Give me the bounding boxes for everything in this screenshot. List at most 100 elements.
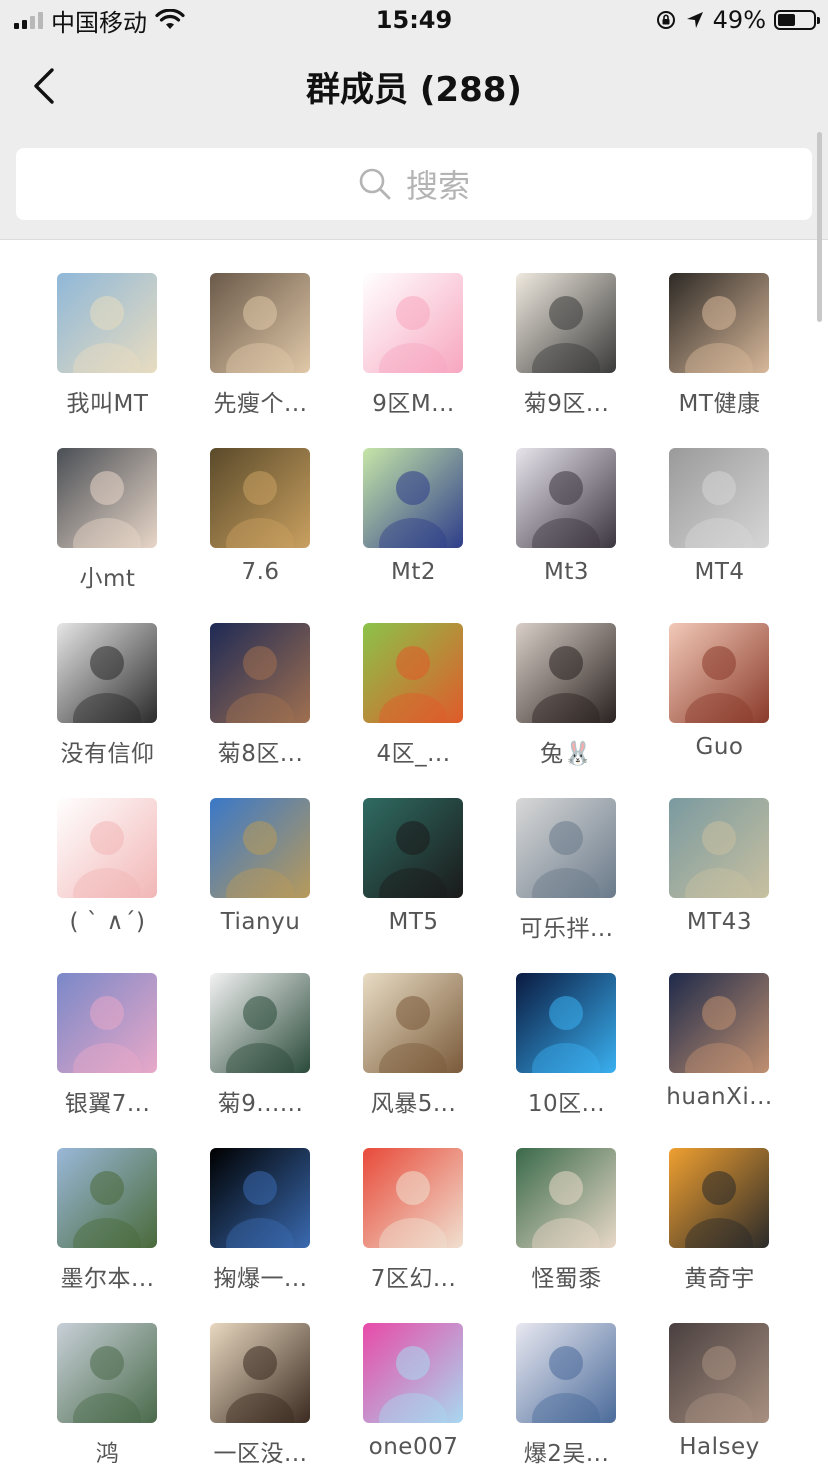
search-area: 搜索 [0, 130, 828, 240]
member-item[interactable]: 黄奇宇 [643, 1115, 796, 1292]
avatar[interactable] [669, 1323, 769, 1423]
navigation-bar: 群成员 (288) [0, 40, 828, 130]
status-bar: 中国移动 15:49 49% [0, 0, 828, 40]
member-item[interactable]: 一区没... [184, 1290, 337, 1467]
member-item[interactable]: 鸿 [31, 1290, 184, 1467]
member-item[interactable]: 10区... [490, 940, 643, 1117]
member-name: 可乐拌... [519, 916, 614, 942]
avatar[interactable] [210, 623, 310, 723]
member-item[interactable]: 兔🐰 [490, 590, 643, 767]
member-item[interactable]: 菊9区... [490, 240, 643, 417]
avatar[interactable] [57, 1323, 157, 1423]
page-title: 群成员 (288) [306, 70, 522, 110]
member-name: MT43 [686, 909, 753, 935]
member-item[interactable]: MT5 [337, 765, 490, 940]
member-item[interactable]: Mt2 [337, 415, 490, 590]
avatar[interactable] [669, 448, 769, 548]
avatar[interactable] [516, 273, 616, 373]
member-item[interactable]: huanXi... [643, 940, 796, 1115]
member-item[interactable]: 4区_... [337, 590, 490, 767]
member-name: 鸿 [95, 1441, 120, 1467]
avatar[interactable] [210, 1323, 310, 1423]
member-item[interactable]: ( ` ∧´) [31, 765, 184, 940]
member-name: 兔🐰 [540, 741, 593, 767]
member-item[interactable]: 菊9...... [184, 940, 337, 1117]
location-arrow-icon [686, 12, 703, 28]
member-name: 先瘦个... [213, 391, 308, 417]
member-name: 小mt [79, 566, 136, 592]
avatar[interactable] [57, 973, 157, 1073]
avatar[interactable] [516, 973, 616, 1073]
avatar[interactable] [669, 273, 769, 373]
member-name: ( ` ∧´) [69, 909, 146, 935]
avatar[interactable] [57, 623, 157, 723]
member-item[interactable]: 没有信仰 [31, 590, 184, 767]
avatar[interactable] [363, 798, 463, 898]
member-item[interactable]: 怪蜀黍 [490, 1115, 643, 1292]
member-item[interactable]: Tianyu [184, 765, 337, 940]
member-name: 4区_... [376, 741, 451, 767]
member-name: 墨尔本... [60, 1266, 155, 1292]
avatar[interactable] [669, 973, 769, 1073]
member-name: Halsey [679, 1434, 760, 1460]
member-item[interactable]: 我叫MT [31, 240, 184, 417]
member-item[interactable]: Guo [643, 590, 796, 765]
member-item[interactable]: 银翼7... [31, 940, 184, 1117]
scrollbar[interactable] [817, 132, 822, 322]
avatar[interactable] [669, 798, 769, 898]
avatar[interactable] [669, 1148, 769, 1248]
member-item[interactable]: 9区M... [337, 240, 490, 417]
member-item[interactable]: 爆2吴... [490, 1290, 643, 1467]
avatar[interactable] [210, 798, 310, 898]
avatar[interactable] [363, 1323, 463, 1423]
member-item[interactable]: 墨尔本... [31, 1115, 184, 1292]
avatar[interactable] [57, 448, 157, 548]
avatar[interactable] [363, 273, 463, 373]
search-input[interactable]: 搜索 [16, 148, 812, 220]
member-name: 菊9...... [217, 1091, 304, 1117]
avatar[interactable] [516, 448, 616, 548]
avatar[interactable] [669, 623, 769, 723]
member-name: 7区幻... [370, 1266, 457, 1292]
member-item[interactable]: 先瘦个... [184, 240, 337, 417]
avatar[interactable] [516, 1323, 616, 1423]
member-name: Mt3 [544, 559, 589, 585]
avatar[interactable] [210, 448, 310, 548]
avatar[interactable] [516, 1148, 616, 1248]
avatar[interactable] [210, 1148, 310, 1248]
avatar[interactable] [516, 623, 616, 723]
avatar[interactable] [363, 973, 463, 1073]
member-name: 一区没... [213, 1441, 308, 1467]
member-item[interactable]: 掬爆一... [184, 1115, 337, 1292]
avatar[interactable] [210, 273, 310, 373]
avatar[interactable] [363, 623, 463, 723]
member-item[interactable]: 可乐拌... [490, 765, 643, 942]
member-item[interactable]: 菊8区... [184, 590, 337, 767]
orientation-lock-icon [656, 11, 675, 29]
avatar[interactable] [363, 448, 463, 548]
avatar[interactable] [57, 273, 157, 373]
status-right: 49% [655, 6, 820, 34]
member-name: 菊8区... [217, 741, 304, 767]
member-item[interactable]: 小mt [31, 415, 184, 592]
member-item[interactable]: MT健康 [643, 240, 796, 417]
member-name: Mt2 [391, 559, 436, 585]
member-item[interactable]: Mt3 [490, 415, 643, 590]
avatar[interactable] [57, 1148, 157, 1248]
member-item[interactable]: one007 [337, 1290, 490, 1465]
search-icon [359, 168, 391, 200]
avatar[interactable] [363, 1148, 463, 1248]
member-name: 10区... [527, 1091, 606, 1117]
member-name: 银翼7... [64, 1091, 151, 1117]
member-name: 怪蜀黍 [531, 1266, 602, 1292]
member-item[interactable]: Halsey [643, 1290, 796, 1465]
member-item[interactable]: 7.6 [184, 415, 337, 590]
avatar[interactable] [516, 798, 616, 898]
member-item[interactable]: 风暴5... [337, 940, 490, 1117]
member-item[interactable]: 7区幻... [337, 1115, 490, 1292]
avatar[interactable] [57, 798, 157, 898]
member-item[interactable]: MT43 [643, 765, 796, 940]
member-item[interactable]: MT4 [643, 415, 796, 590]
avatar[interactable] [210, 973, 310, 1073]
member-name: 爆2吴... [523, 1441, 610, 1467]
